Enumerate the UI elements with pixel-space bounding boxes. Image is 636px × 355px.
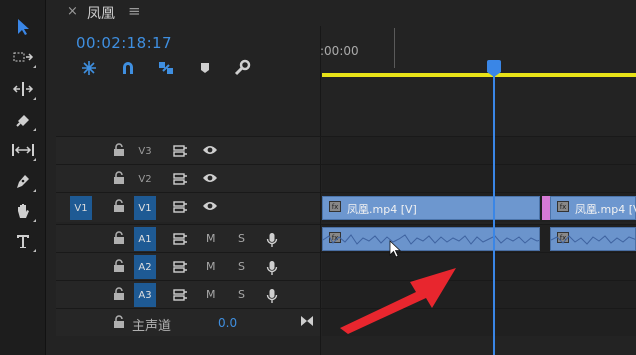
sync-lock-icon[interactable] <box>172 144 188 158</box>
video-clip[interactable]: fx 凤凰.mp4 [V] <box>322 196 540 220</box>
track-header <box>56 309 320 336</box>
transition-marker[interactable] <box>542 196 550 220</box>
mute-button[interactable]: M <box>206 232 216 245</box>
track-lane[interactable] <box>322 137 636 164</box>
ruler-tick <box>394 28 395 68</box>
tools-panel <box>0 0 46 355</box>
close-tab-button[interactable]: × <box>67 4 78 19</box>
mouse-cursor-icon <box>389 240 401 258</box>
master-volume-value[interactable]: 0.0 <box>218 316 237 330</box>
sequence-tab-title[interactable]: 凤凰 <box>87 3 115 23</box>
ripple-edit-icon[interactable] <box>8 76 38 102</box>
nest-sequence-icon[interactable] <box>78 58 100 78</box>
clip-label: 凤凰.mp4 [V] <box>347 203 417 216</box>
lock-icon[interactable] <box>113 199 125 213</box>
sync-lock-icon[interactable] <box>172 288 188 302</box>
lock-icon[interactable] <box>113 231 125 245</box>
sync-lock-icon[interactable] <box>172 172 188 186</box>
clip-label: 凤凰.mp4 [V] <box>575 203 636 216</box>
fx-badge[interactable]: fx <box>557 201 569 212</box>
source-patch[interactable]: V1 <box>70 196 92 220</box>
fx-badge[interactable]: fx <box>329 201 341 212</box>
video-clip[interactable]: fx 凤凰.mp4 [V] <box>550 196 636 220</box>
track-lane[interactable] <box>322 165 636 192</box>
track-header: V1 V1 <box>56 193 320 222</box>
master-track-name: 主声道 <box>132 319 172 334</box>
audio-waveform <box>551 235 635 245</box>
marker-icon[interactable] <box>194 58 216 78</box>
eye-icon[interactable] <box>202 144 218 156</box>
track-name[interactable]: V1 <box>134 196 156 220</box>
lock-icon[interactable] <box>113 171 125 185</box>
track-header: A1 M S <box>56 225 320 252</box>
type-icon[interactable] <box>8 228 38 254</box>
panel-menu-icon[interactable]: ≡ <box>128 2 141 20</box>
audio-waveform <box>323 234 539 245</box>
track-name[interactable]: A3 <box>134 283 156 307</box>
track-name[interactable]: V2 <box>134 167 156 191</box>
track-row-a1: A1 M S fx fx <box>56 224 636 252</box>
mic-icon[interactable] <box>266 260 278 276</box>
pen-icon[interactable] <box>8 168 38 194</box>
track-header: A3 M S <box>56 281 320 308</box>
mute-button[interactable]: M <box>206 288 216 301</box>
mic-icon[interactable] <box>266 288 278 304</box>
solo-button[interactable]: S <box>238 232 245 245</box>
playhead-line[interactable] <box>493 66 495 355</box>
track-header: V3 <box>56 137 320 164</box>
hand-icon[interactable] <box>8 198 38 224</box>
ruler-timecode-label: :00:00 <box>320 44 359 58</box>
sync-lock-icon[interactable] <box>172 260 188 274</box>
lock-icon[interactable] <box>113 259 125 273</box>
lock-icon[interactable] <box>113 287 125 301</box>
selection-tool-icon[interactable] <box>8 14 38 40</box>
solo-button[interactable]: S <box>238 260 245 273</box>
track-header: V2 <box>56 165 320 192</box>
slip-icon[interactable] <box>8 137 38 163</box>
mic-icon[interactable] <box>266 232 278 248</box>
audio-clip[interactable]: fx <box>322 227 540 251</box>
track-lane[interactable]: fx fx <box>322 225 636 252</box>
lock-icon[interactable] <box>113 315 125 329</box>
track-name[interactable]: A2 <box>134 255 156 279</box>
linked-selection-icon[interactable] <box>155 58 177 78</box>
track-header: A2 M S <box>56 253 320 280</box>
eye-icon[interactable] <box>202 172 218 184</box>
track-row-v1: V1 V1 fx 凤凰.mp4 [V] fx 凤凰.mp4 [V] <box>56 192 636 222</box>
snap-icon[interactable] <box>117 58 139 78</box>
track-select-icon[interactable] <box>8 44 38 70</box>
settings-icon[interactable] <box>231 58 253 78</box>
playhead-timecode[interactable]: 00:02:18:17 <box>76 34 172 52</box>
solo-button[interactable]: S <box>238 288 245 301</box>
mute-button[interactable]: M <box>206 260 216 273</box>
track-name[interactable]: V3 <box>134 139 156 163</box>
audio-clip[interactable]: fx <box>550 227 636 251</box>
go-to-end-icon[interactable] <box>300 315 314 327</box>
eye-icon[interactable] <box>202 200 218 212</box>
track-name[interactable]: A1 <box>134 227 156 251</box>
lock-icon[interactable] <box>113 143 125 157</box>
work-area-bar[interactable] <box>322 73 636 77</box>
track-row-v3: V3 <box>56 136 636 164</box>
sync-lock-icon[interactable] <box>172 232 188 246</box>
annotation-arrow-icon <box>340 268 456 334</box>
sync-lock-icon[interactable] <box>172 200 188 214</box>
track-row-v2: V2 <box>56 164 636 192</box>
razor-icon[interactable] <box>8 107 38 133</box>
track-lane[interactable]: fx 凤凰.mp4 [V] fx 凤凰.mp4 [V] <box>322 193 636 222</box>
